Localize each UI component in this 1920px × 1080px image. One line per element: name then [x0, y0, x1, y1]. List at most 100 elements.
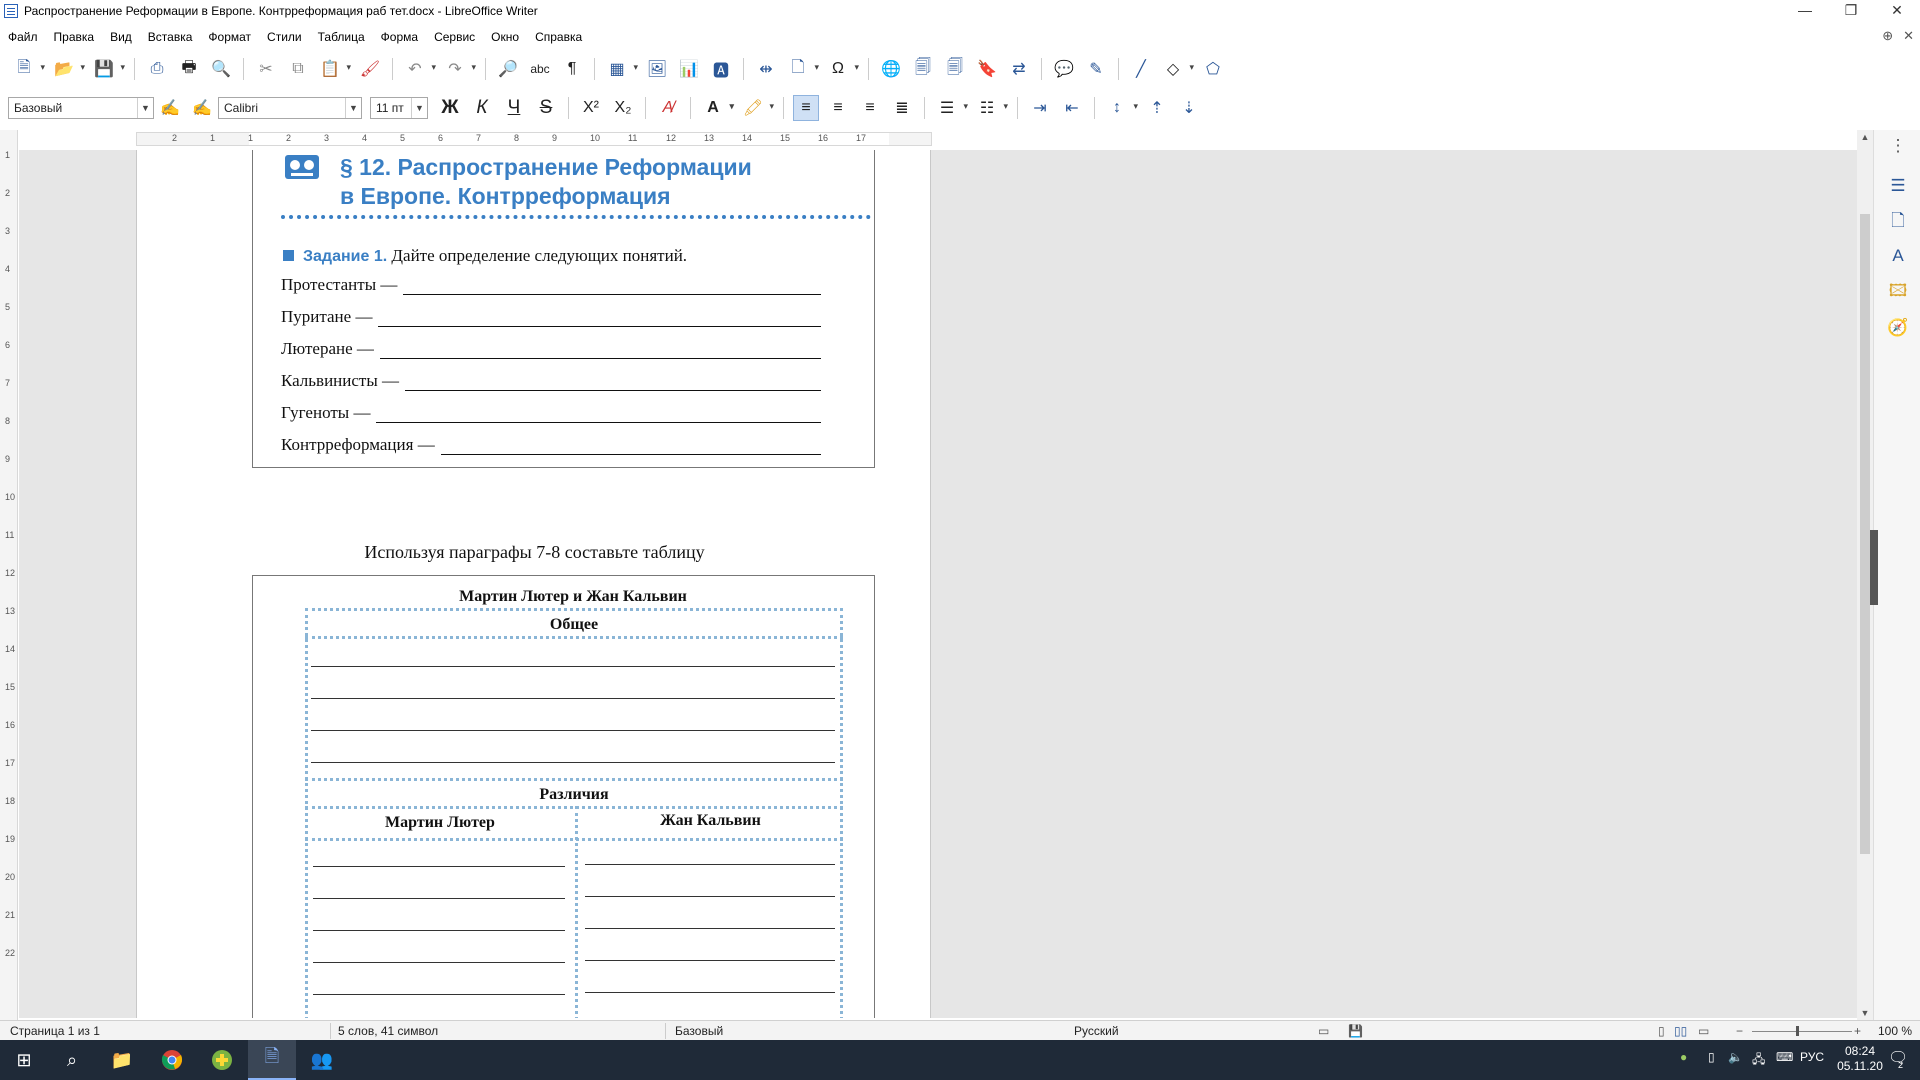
scrollbar-thumb[interactable]	[1860, 214, 1870, 854]
close-button[interactable]: ✕	[1874, 0, 1920, 22]
document-page[interactable]: § 12. Распространение Реформации в Европ…	[136, 150, 931, 1018]
menu-window[interactable]: Окно	[483, 30, 527, 44]
subscript-button[interactable]: X₂	[610, 95, 636, 121]
insert-field-icon[interactable]: 🗋	[785, 56, 819, 82]
menu-insert[interactable]: Вставка	[140, 30, 201, 44]
font-color-icon[interactable]: A	[700, 95, 734, 121]
basic-shapes-icon[interactable]: ◇	[1160, 56, 1194, 82]
line-spacing-icon[interactable]: ↕	[1104, 95, 1138, 121]
insert-table-icon[interactable]: ▦	[604, 56, 638, 82]
scroll-up-icon[interactable]: ▲	[1857, 132, 1873, 142]
comment-icon[interactable]: 💬	[1051, 56, 1077, 82]
single-page-view-icon[interactable]: ▯	[1658, 1024, 1665, 1038]
language-indicator[interactable]: РУС	[1800, 1050, 1824, 1064]
menu-view[interactable]: Вид	[102, 30, 140, 44]
navigator-icon[interactable]: 🧭	[1886, 316, 1910, 340]
justify-icon[interactable]: ≣	[889, 95, 915, 121]
menu-format[interactable]: Формат	[200, 30, 259, 44]
new-document-icon[interactable]: 🗎	[11, 56, 45, 82]
worksheet-image-definitions[interactable]: § 12. Распространение Реформации в Европ…	[252, 150, 875, 468]
align-left-icon[interactable]: ≡	[793, 95, 819, 121]
font-name-combo[interactable]: Calibri ▼	[218, 97, 362, 119]
decrease-indent-icon[interactable]: ⇤	[1059, 95, 1085, 121]
endnote-icon[interactable]: 🗐	[942, 56, 968, 82]
underline-button[interactable]: Ч	[501, 95, 527, 121]
insert-image-icon[interactable]: 🖼	[644, 56, 670, 82]
special-character-icon[interactable]: Ω	[825, 56, 859, 82]
keyboard-icon[interactable]: ⌨	[1776, 1050, 1793, 1064]
document-modified-icon[interactable]: 💾	[1348, 1024, 1363, 1038]
search-icon[interactable]: ⌕	[48, 1040, 96, 1080]
bookmark-icon[interactable]: 🔖	[974, 56, 1000, 82]
align-right-icon[interactable]: ≡	[857, 95, 883, 121]
vertical-ruler[interactable]: 1 2 3 4 5 6 7 8 9 10 11 12 13 14 15 16 17 18 19 20 21 22	[0, 130, 18, 1020]
word-count[interactable]: 5 слов, 41 символ	[338, 1024, 438, 1038]
copy-icon[interactable]: ⧉	[285, 56, 311, 82]
menu-edit[interactable]: Правка	[46, 30, 103, 44]
globe-icon[interactable]: ⊕	[1882, 28, 1893, 44]
sidebar-resize-handle[interactable]	[1870, 530, 1878, 605]
menu-file[interactable]: Файл	[0, 30, 46, 44]
cut-icon[interactable]: ✂	[253, 56, 279, 82]
table-instruction-text[interactable]: Используя параграфы 7-8 составьте таблиц…	[137, 542, 932, 563]
gallery-icon[interactable]: 🖾	[1886, 280, 1910, 304]
open-folder-icon[interactable]: 📂	[51, 56, 85, 82]
cross-reference-icon[interactable]: ⇄	[1006, 56, 1032, 82]
file-explorer-icon[interactable]: 📁	[98, 1040, 146, 1080]
chevron-down-icon[interactable]: ▼	[137, 98, 153, 118]
horizontal-ruler[interactable]: 2 1 1 2 3 4 5 6 7 8 9 10 11 12 13 14 15 16 17	[136, 130, 932, 148]
hyperlink-icon[interactable]: 🌐	[878, 56, 904, 82]
save-icon[interactable]: 💾	[91, 56, 125, 82]
zoom-slider[interactable]	[1752, 1031, 1852, 1032]
book-view-icon[interactable]: ▭	[1698, 1024, 1709, 1038]
zoom-percentage[interactable]: 100 %	[1878, 1024, 1912, 1038]
minimize-button[interactable]: —	[1782, 0, 1828, 22]
print-icon[interactable]: 🖶	[176, 56, 202, 82]
draw-functions-icon[interactable]: ⬠	[1200, 56, 1226, 82]
styles-icon[interactable]: A	[1886, 244, 1910, 268]
volume-icon[interactable]: 🔈	[1728, 1050, 1743, 1064]
export-pdf-icon[interactable]: ⎙	[144, 56, 170, 82]
clock[interactable]: 08:24 05.11.20	[1832, 1044, 1888, 1074]
insert-mode-icon[interactable]: ▭	[1318, 1024, 1329, 1038]
increase-paragraph-spacing-icon[interactable]: ⇡	[1144, 95, 1170, 121]
formatting-marks-icon[interactable]: ¶	[559, 56, 585, 82]
zoom-slider-thumb[interactable]	[1796, 1026, 1799, 1036]
new-style-icon[interactable]: ✍	[189, 95, 215, 121]
properties-icon[interactable]: ☰	[1886, 174, 1910, 198]
zoom-out-icon[interactable]: −	[1736, 1024, 1743, 1038]
chrome-icon[interactable]	[148, 1040, 196, 1080]
bold-button[interactable]: Ж	[437, 95, 463, 121]
chevron-down-icon[interactable]: ▼	[345, 98, 361, 118]
undo-icon[interactable]: ↶	[402, 56, 436, 82]
menu-form[interactable]: Форма	[373, 30, 426, 44]
redo-icon[interactable]: ↷	[442, 56, 476, 82]
clear-formatting-icon[interactable]: A̸	[655, 95, 681, 121]
menu-tools[interactable]: Сервис	[426, 30, 483, 44]
spellcheck-icon[interactable]: abc	[527, 56, 553, 82]
menu-help[interactable]: Справка	[527, 30, 590, 44]
menu-styles[interactable]: Стили	[259, 30, 310, 44]
numbered-list-icon[interactable]: ☷	[974, 95, 1008, 121]
paste-icon[interactable]: 📋	[317, 56, 351, 82]
chevron-down-icon[interactable]: ▼	[411, 98, 427, 118]
highlight-color-icon[interactable]: 🖍	[740, 95, 774, 121]
print-preview-icon[interactable]: 🔍	[208, 56, 234, 82]
paragraph-style-combo[interactable]: Базовый ▼	[8, 97, 154, 119]
multi-page-view-icon[interactable]: ▯▯	[1674, 1024, 1687, 1038]
line-icon[interactable]: ╱	[1128, 56, 1154, 82]
strikethrough-button[interactable]: S	[533, 95, 559, 121]
worksheet-image-comparison-table[interactable]: Мартин Лютер и Жан Кальвин Общее Различи…	[252, 575, 875, 1018]
windows-start-icon[interactable]: ⊞	[0, 1040, 48, 1080]
font-size-combo[interactable]: 11 пт ▼	[370, 97, 428, 119]
close-document-icon[interactable]: ✕	[1903, 28, 1914, 44]
find-replace-icon[interactable]: 🔎	[495, 56, 521, 82]
sidebar-menu-icon[interactable]: ⋮	[1886, 134, 1910, 158]
menu-table[interactable]: Таблица	[310, 30, 373, 44]
tray-app-icon[interactable]: ●	[1680, 1050, 1687, 1064]
insert-textbox-icon[interactable]: 🅰	[708, 56, 734, 82]
increase-indent-icon[interactable]: ⇥	[1027, 95, 1053, 121]
track-changes-icon[interactable]: ✎	[1083, 56, 1109, 82]
page-icon[interactable]: 🗋	[1886, 210, 1910, 234]
decrease-paragraph-spacing-icon[interactable]: ⇣	[1176, 95, 1202, 121]
